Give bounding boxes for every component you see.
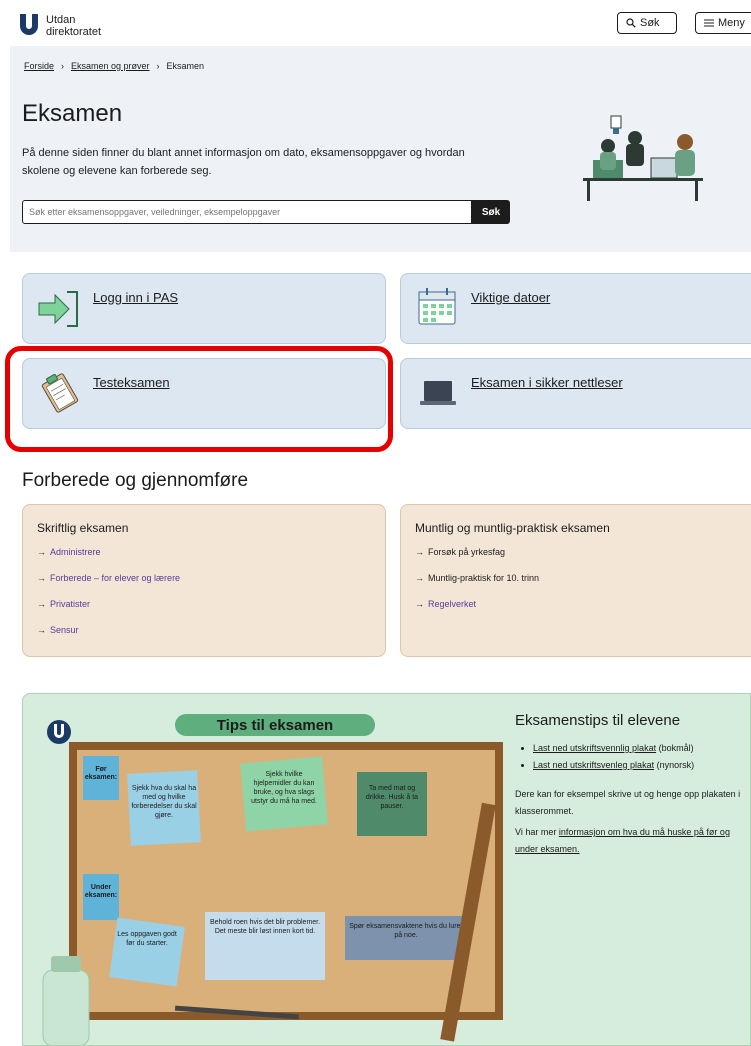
arrow-right-icon: → — [37, 573, 46, 583]
card-label: Eksamen i sikker nettleser — [471, 375, 623, 390]
card-label: Viktige datoer — [471, 290, 551, 305]
list-item: Last ned utskriftsvenleg plakat (nynorsk… — [533, 757, 694, 774]
login-arrow-icon — [38, 291, 78, 327]
note-during-text: Under eksamen: — [84, 884, 118, 899]
sticky-note-text: Behold roen hvis det blir problemer. Det… — [209, 919, 321, 935]
breadcrumb: Forside › Eksamen og prøver › Eksamen — [24, 61, 204, 71]
arrow-right-icon: → — [37, 547, 46, 557]
prep-link-list: → Forsøk på yrkesfag → Muntlig-praktisk fo… — [415, 547, 539, 625]
prep-link-regelverket[interactable]: Regelverket — [428, 599, 476, 625]
header-menu-label: Meny — [718, 17, 745, 29]
list-item: → Forsøk på yrkesfag — [415, 547, 539, 573]
breadcrumb-separator: › — [156, 61, 160, 71]
breadcrumb-link-forside[interactable]: Forside — [24, 61, 54, 71]
sticky-note-text: Sjekk hvilke hjelpemidler du kan bruke, … — [251, 771, 317, 805]
prep-link-list: → Administrere → Forberede – for elever og… — [37, 547, 180, 651]
prep-box-title: Muntlig og muntlig-praktisk eksamen — [415, 521, 610, 535]
tips-item-suffix: (nynorsk) — [654, 760, 695, 770]
sticky-note-text: Ta med mat og drikke. Husk å ta pauser. — [365, 785, 419, 810]
list-item: Last ned utskriftsvennlig plakat (bokmål… — [533, 740, 694, 757]
prep-box-skriftlig: Skriftlig eksamen → Administrere → Forbere… — [22, 504, 386, 657]
highlight-outline — [5, 346, 393, 452]
header-search-label: Søk — [640, 17, 660, 29]
card-sikker-nettleser[interactable]: Eksamen i sikker nettleser — [400, 358, 751, 429]
prep-link-administrere[interactable]: Administrere — [50, 547, 101, 573]
note-before-text: Før eksamen: — [84, 766, 118, 781]
list-item: → Administrere — [37, 547, 180, 573]
sticky-note-text: Les oppgaven godt før du starter. — [117, 931, 177, 947]
water-bottle-icon — [42, 969, 90, 1045]
poster-banner-text: Tips til eksamen — [217, 717, 333, 734]
tips-download-list: Last ned utskriftsvennlig plakat (bokmål… — [519, 740, 694, 774]
laptop-icon — [420, 381, 456, 405]
calendar-icon — [418, 288, 456, 325]
site-header: Utdanningsdirektoratet direktoratet Søk … — [0, 0, 751, 46]
logo-text-line2: direktoratet — [46, 26, 102, 38]
search-icon — [626, 18, 636, 28]
udir-logo-icon — [47, 720, 71, 744]
logo-text-line1: Utdanningsdirektoratet — [46, 14, 76, 26]
arrow-right-icon: → — [415, 599, 424, 609]
prep-box-title: Skriftlig eksamen — [37, 521, 129, 535]
page-title: Eksamen — [22, 100, 123, 127]
breadcrumb-current: Eksamen — [166, 61, 205, 71]
breadcrumb-separator: › — [61, 61, 65, 71]
arrow-right-icon: → — [37, 599, 46, 609]
water-bottle-cap — [51, 956, 81, 972]
sticky-note-text: Sjekk hva du skal ha med og hvilke forbe… — [131, 785, 197, 819]
udir-logo-icon[interactable] — [18, 12, 40, 36]
card-label: Logg inn i PAS — [93, 290, 179, 305]
arrow-right-icon: → — [37, 625, 46, 635]
tips-paragraph-prefix: Vi har mer — [515, 827, 559, 837]
tips-section: Tips til eksamen Før eksamen: Sjekk hva … — [22, 693, 751, 1046]
list-item: → Privatister — [37, 599, 180, 625]
card-logg-inn-pas[interactable]: Logg inn i PAS — [22, 273, 386, 344]
prep-link-muntlig-praktisk[interactable]: Muntlig-praktisk for 10. trinn — [428, 573, 539, 599]
students-at-desks-illustration — [583, 115, 703, 201]
tips-item-suffix: (bokmål) — [656, 743, 694, 753]
sticky-note-content: Les oppgaven godt før du starter. — [117, 931, 177, 947]
sticky-note-content: Spør eksamensvaktene hvis du lurer på no… — [349, 923, 463, 939]
download-poster-bokmal-link[interactable]: Last ned utskriftsvennlig plakat — [533, 743, 656, 753]
card-viktige-datoer[interactable]: Viktige datoer — [400, 273, 751, 344]
download-poster-nynorsk-link[interactable]: Last ned utskriftsvenleg plakat — [533, 760, 654, 770]
breadcrumb-link-eksamen-og-prover[interactable]: Eksamen og prøver — [71, 61, 150, 71]
tips-paragraph-more-info: Vi har mer informasjon om hva du må husk… — [515, 824, 750, 858]
note-before-label-text: Før eksamen: — [84, 766, 118, 781]
search-input[interactable] — [22, 200, 472, 224]
tips-poster-image: Tips til eksamen Før eksamen: Sjekk hva … — [42, 714, 503, 1045]
header-menu-button[interactable]: Meny — [695, 12, 751, 34]
prep-link-forsok-yrkesfag[interactable]: Forsøk på yrkesfag — [428, 547, 505, 573]
list-item: → Muntlig-praktisk for 10. trinn — [415, 573, 539, 599]
prep-link-sensur[interactable]: Sensur — [50, 625, 79, 651]
logo-text[interactable]: Utdanningsdirektoratet direktoratet — [46, 14, 101, 38]
prep-link-forberede[interactable]: Forberede – for elever og lærere — [50, 573, 180, 599]
list-item: → Sensur — [37, 625, 180, 651]
section-title: Forberede og gjennomføre — [22, 470, 249, 491]
prep-link-privatister[interactable]: Privatister — [50, 599, 90, 625]
tips-title: Eksamenstips til elevene — [515, 712, 681, 729]
tips-paragraph: Dere kan for eksempel skrive ut og henge… — [515, 789, 741, 816]
menu-icon — [704, 19, 714, 27]
sticky-note-content: Sjekk hva du skal ha med og hvilke forbe… — [131, 785, 197, 819]
arrow-right-icon: → — [415, 573, 424, 583]
search-submit-button[interactable]: Søk — [472, 200, 510, 224]
page-intro: På denne siden finner du blant annet inf… — [22, 147, 465, 177]
list-item: → Forberede – for elever og lærere — [37, 573, 180, 599]
arrow-right-icon: → — [415, 547, 424, 557]
header-search-button[interactable]: Søk — [617, 12, 677, 34]
sticky-note-content: Behold roen hvis det blir problemer. Det… — [209, 919, 321, 935]
list-item: → Regelverket — [415, 599, 539, 625]
note-during-label-text: Under eksamen: — [84, 884, 118, 899]
sticky-note-content: Ta med mat og drikke. Husk å ta pauser. — [365, 785, 419, 810]
sticky-note-text: Spør eksamensvaktene hvis du lurer på no… — [349, 923, 463, 939]
sticky-note-content: Sjekk hvilke hjelpemidler du kan bruke, … — [251, 771, 317, 805]
prep-box-muntlig: Muntlig og muntlig-praktisk eksamen → For… — [400, 504, 751, 657]
